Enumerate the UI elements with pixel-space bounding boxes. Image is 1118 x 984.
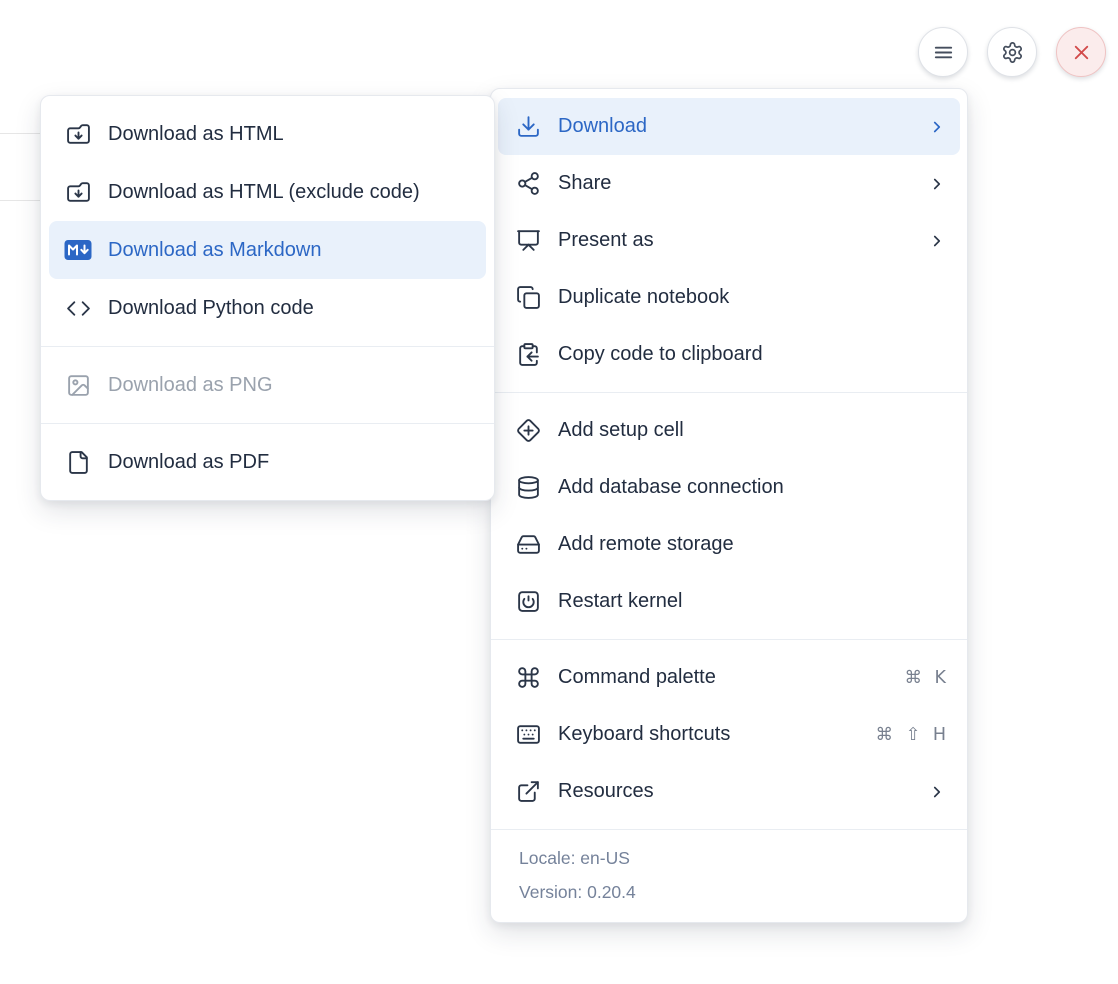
code-icon xyxy=(64,296,92,321)
menu-item-command-palette[interactable]: Command palette ⌘ K xyxy=(498,649,960,706)
settings-button[interactable] xyxy=(987,27,1037,77)
submenu-item-download-as-markdown[interactable]: Download as Markdown xyxy=(49,221,486,279)
locale-text: Locale: en-US xyxy=(519,841,939,875)
background-rule-line xyxy=(0,133,44,134)
menu-item-resources[interactable]: Resources xyxy=(498,763,960,820)
submenu-section-documents: Download as HTML Download as HTML (exclu… xyxy=(41,96,494,346)
submenu-item-download-python-code[interactable]: Download Python code xyxy=(49,279,486,337)
menu-section-actions: Download Share Present as xyxy=(491,89,967,392)
download-icon xyxy=(516,114,541,139)
menu-item-keyboard-shortcuts[interactable]: Keyboard shortcuts ⌘ ⇧ H xyxy=(498,706,960,763)
duplicate-icon xyxy=(516,285,541,310)
submenu-item-download-as-html[interactable]: Download as HTML xyxy=(49,105,486,163)
hard-drive-icon xyxy=(516,532,541,557)
diamond-plus-icon xyxy=(516,418,541,443)
clipboard-copy-icon xyxy=(516,342,541,367)
gear-icon xyxy=(1001,41,1024,64)
menu-section-help: Command palette ⌘ K Keyboard shortcuts ⌘… xyxy=(491,639,967,829)
keyboard-icon xyxy=(516,722,541,747)
external-link-icon xyxy=(516,779,541,804)
menu-button[interactable] xyxy=(918,27,968,77)
shortcut-hint: ⌘ K xyxy=(904,668,946,688)
menu-item-add-remote-storage[interactable]: Add remote storage xyxy=(498,516,960,573)
menu-item-add-database-connection[interactable]: Add database connection xyxy=(498,459,960,516)
square-power-icon xyxy=(516,589,541,614)
notebook-actions-toolbar xyxy=(918,27,1106,77)
shortcut-hint: ⌘ ⇧ H xyxy=(876,725,946,745)
submenu-section-png: Download as PNG xyxy=(41,346,494,423)
submenu-item-download-as-pdf[interactable]: Download as PDF xyxy=(49,433,486,491)
submenu-item-download-as-html-exclude-code[interactable]: Download as HTML (exclude code) xyxy=(49,163,486,221)
chevron-right-icon xyxy=(928,175,946,193)
markdown-download-icon xyxy=(64,238,92,263)
menu-item-copy-code[interactable]: Copy code to clipboard xyxy=(498,326,960,383)
submenu-item-download-as-png[interactable]: Download as PNG xyxy=(49,356,486,414)
app-canvas: Download Share Present as xyxy=(0,0,1118,984)
hamburger-menu-icon xyxy=(932,41,955,64)
menu-footer: Locale: en-US Version: 0.20.4 xyxy=(491,829,967,922)
folder-down-icon xyxy=(64,180,92,205)
file-icon xyxy=(64,450,92,475)
submenu-section-pdf: Download as PDF xyxy=(41,423,494,500)
chevron-right-icon xyxy=(928,783,946,801)
presentation-icon xyxy=(516,228,541,253)
menu-item-download[interactable]: Download xyxy=(498,98,960,155)
menu-section-cells: Add setup cell Add database connection A… xyxy=(491,392,967,639)
notebook-menu: Download Share Present as xyxy=(490,88,968,923)
share-icon xyxy=(516,171,541,196)
database-icon xyxy=(516,475,541,500)
image-icon xyxy=(64,373,92,398)
background-rule-line xyxy=(0,200,44,201)
folder-down-icon xyxy=(64,122,92,147)
close-button[interactable] xyxy=(1056,27,1106,77)
chevron-right-icon xyxy=(928,232,946,250)
command-icon xyxy=(516,665,541,690)
close-x-icon xyxy=(1070,41,1093,64)
menu-item-share[interactable]: Share xyxy=(498,155,960,212)
menu-item-add-setup-cell[interactable]: Add setup cell xyxy=(498,402,960,459)
menu-item-present-as[interactable]: Present as xyxy=(498,212,960,269)
download-submenu: Download as HTML Download as HTML (exclu… xyxy=(40,95,495,501)
chevron-right-icon xyxy=(928,118,946,136)
menu-item-duplicate-notebook[interactable]: Duplicate notebook xyxy=(498,269,960,326)
version-text: Version: 0.20.4 xyxy=(519,875,939,909)
menu-item-restart-kernel[interactable]: Restart kernel xyxy=(498,573,960,630)
